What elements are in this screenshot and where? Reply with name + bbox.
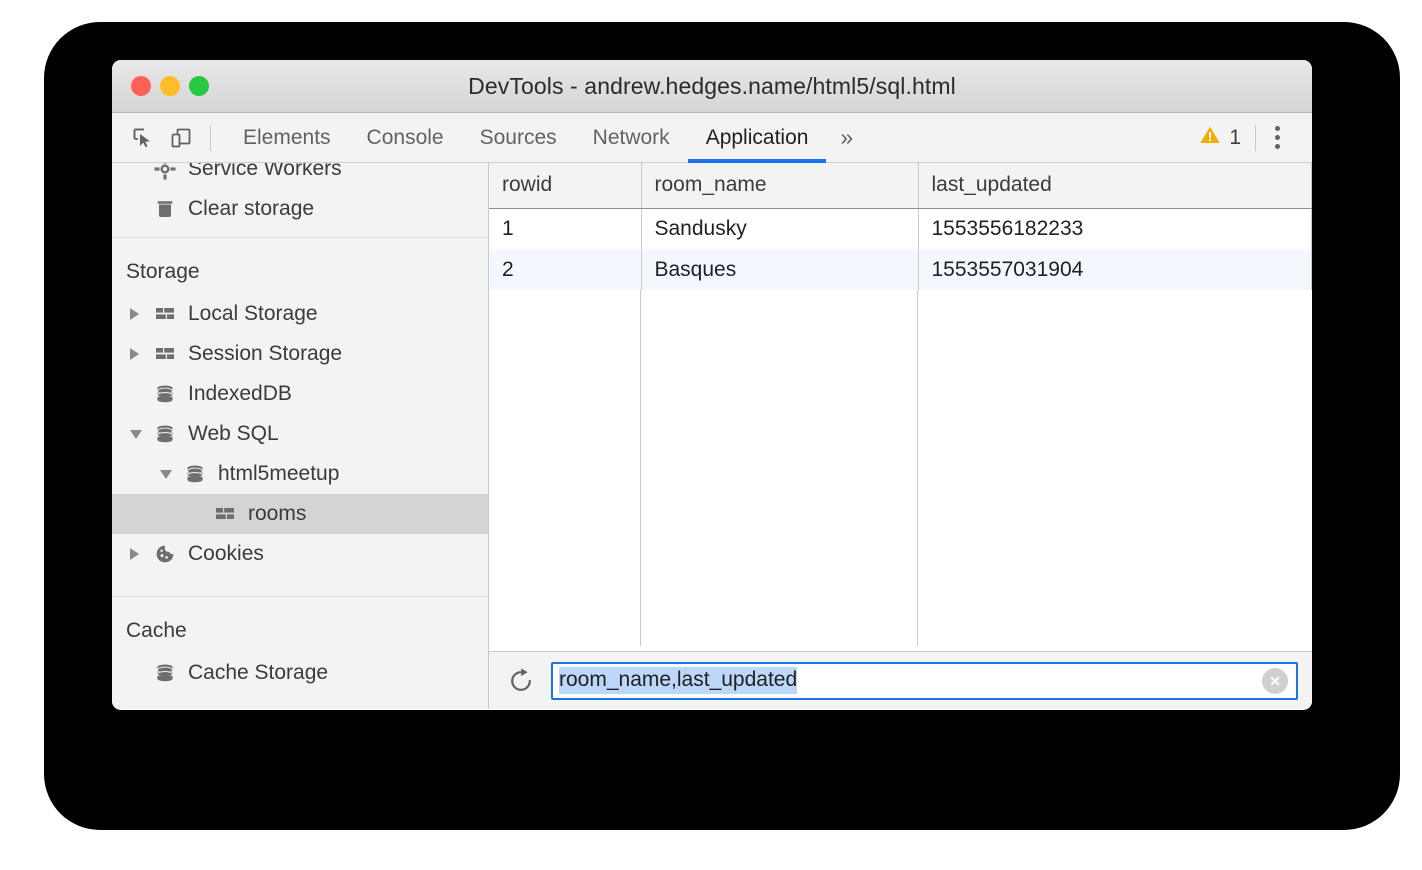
- database-icon: [152, 662, 178, 684]
- devtools-toolbar: Elements Console Sources Network Applica…: [112, 113, 1312, 163]
- cell-last-updated: 1553556182233: [918, 208, 1312, 249]
- tab-label: Application: [706, 126, 809, 150]
- tab-label: Sources: [480, 126, 557, 150]
- sidebar-section-cache-title: Cache: [112, 597, 488, 653]
- warning-indicator[interactable]: 1: [1199, 124, 1255, 151]
- sidebar-item-label: Service Workers: [188, 163, 342, 181]
- sidebar-item-label: html5meetup: [218, 462, 339, 486]
- tab-application[interactable]: Application: [688, 113, 827, 162]
- data-grid-pane: rowid room_name last_updated 1 Sandusky …: [489, 163, 1312, 709]
- window-titlebar: DevTools - andrew.hedges.name/html5/sql.…: [112, 60, 1312, 113]
- more-tabs-label: »: [840, 124, 853, 151]
- cell-rowid: 1: [489, 208, 641, 249]
- minimize-window-button[interactable]: [160, 76, 180, 96]
- sidebar-item-label: Local Storage: [188, 302, 318, 326]
- database-icon: [182, 463, 208, 485]
- devtools-window: DevTools - andrew.hedges.name/html5/sql.…: [112, 60, 1312, 710]
- sidebar-item-label: Clear storage: [188, 197, 314, 221]
- sidebar-item-session-storage[interactable]: Session Storage: [112, 334, 488, 374]
- sidebar-item-service-workers[interactable]: Service Workers: [112, 163, 488, 189]
- sidebar-item-indexeddb[interactable]: IndexedDB: [112, 374, 488, 414]
- cell-room-name: Sandusky: [641, 208, 918, 249]
- tab-label: Network: [593, 126, 670, 150]
- inspect-element-icon[interactable]: [124, 121, 162, 155]
- table-icon: [152, 343, 178, 365]
- table-icon: [152, 303, 178, 325]
- cookie-icon: [152, 543, 178, 565]
- tab-console[interactable]: Console: [349, 113, 462, 162]
- database-icon: [152, 383, 178, 405]
- sidebar-item-label: Cookies: [188, 542, 264, 566]
- sidebar-item-cache-storage[interactable]: Cache Storage: [112, 653, 488, 693]
- device-toolbar-icon[interactable]: [162, 121, 200, 155]
- query-input-value: room_name,last_updated: [559, 667, 797, 694]
- tab-label: Console: [367, 126, 444, 150]
- tab-network[interactable]: Network: [575, 113, 688, 162]
- tab-label: Elements: [243, 126, 331, 150]
- clear-circle-icon[interactable]: [1262, 668, 1288, 694]
- application-panel: Service Workers Clear storage Storage: [112, 163, 1312, 709]
- sidebar-item-label: Session Storage: [188, 342, 342, 366]
- tab-sources[interactable]: Sources: [462, 113, 575, 162]
- table-row[interactable]: 2 Basques 1553557031904: [489, 249, 1312, 290]
- data-grid: rowid room_name last_updated 1 Sandusky …: [489, 163, 1312, 290]
- kebab-menu-icon[interactable]: [1256, 121, 1298, 155]
- cell-room-name: Basques: [641, 249, 918, 290]
- trash-icon: [152, 198, 178, 220]
- database-icon: [152, 423, 178, 445]
- column-header-rowid[interactable]: rowid: [489, 163, 641, 208]
- chevron-down-icon[interactable]: [130, 430, 148, 439]
- data-grid-scroll[interactable]: rowid room_name last_updated 1 Sandusky …: [489, 163, 1312, 651]
- column-header-room-name[interactable]: room_name: [641, 163, 918, 208]
- chevron-down-icon[interactable]: [160, 470, 178, 479]
- cell-last-updated: 1553557031904: [918, 249, 1312, 290]
- toolbar-divider: [210, 125, 211, 151]
- sidebar-item-clear-storage[interactable]: Clear storage: [112, 189, 488, 229]
- table-header-row: rowid room_name last_updated: [489, 163, 1312, 208]
- data-grid-empty-area: [489, 290, 1312, 646]
- application-sidebar: Service Workers Clear storage Storage: [112, 163, 489, 709]
- empty-column-1: [489, 290, 641, 646]
- query-input-field[interactable]: room_name,last_updated: [551, 662, 1298, 700]
- sidebar-item-html5meetup[interactable]: html5meetup: [112, 454, 488, 494]
- refresh-icon[interactable]: [501, 661, 541, 701]
- chevron-right-icon[interactable]: [130, 308, 148, 320]
- sidebar-section-storage-title: Storage: [112, 238, 488, 294]
- sidebar-item-label: Web SQL: [188, 422, 279, 446]
- empty-column-3: [918, 290, 1312, 646]
- toolbar-right-group: 1: [1199, 121, 1298, 155]
- sidebar-item-label: IndexedDB: [188, 382, 292, 406]
- close-window-button[interactable]: [131, 76, 151, 96]
- maximize-window-button[interactable]: [189, 76, 209, 96]
- table-row[interactable]: 1 Sandusky 1553556182233: [489, 208, 1312, 249]
- sidebar-item-label: Cache Storage: [188, 661, 328, 685]
- window-traffic-lights: [131, 76, 209, 96]
- sidebar-item-cookies[interactable]: Cookies: [112, 534, 488, 574]
- sidebar-item-rooms[interactable]: rooms: [112, 494, 488, 534]
- more-tabs-button[interactable]: »: [826, 113, 867, 162]
- window-title: DevTools - andrew.hedges.name/html5/sql.…: [112, 73, 1312, 100]
- sidebar-item-web-sql[interactable]: Web SQL: [112, 414, 488, 454]
- chevron-right-icon[interactable]: [130, 548, 148, 560]
- sidebar-item-label: rooms: [248, 502, 306, 526]
- service-workers-icon: [152, 163, 178, 180]
- cell-rowid: 2: [489, 249, 641, 290]
- sidebar-item-local-storage[interactable]: Local Storage: [112, 294, 488, 334]
- query-toolbar: room_name,last_updated: [489, 651, 1312, 709]
- column-header-last-updated[interactable]: last_updated: [918, 163, 1312, 208]
- warning-triangle-icon: [1199, 124, 1221, 151]
- table-icon: [212, 503, 238, 525]
- empty-column-2: [641, 290, 918, 646]
- warning-count: 1: [1229, 126, 1241, 150]
- tab-elements[interactable]: Elements: [225, 113, 349, 162]
- panel-tabs: Elements Console Sources Network Applica…: [225, 113, 867, 162]
- chevron-right-icon[interactable]: [130, 348, 148, 360]
